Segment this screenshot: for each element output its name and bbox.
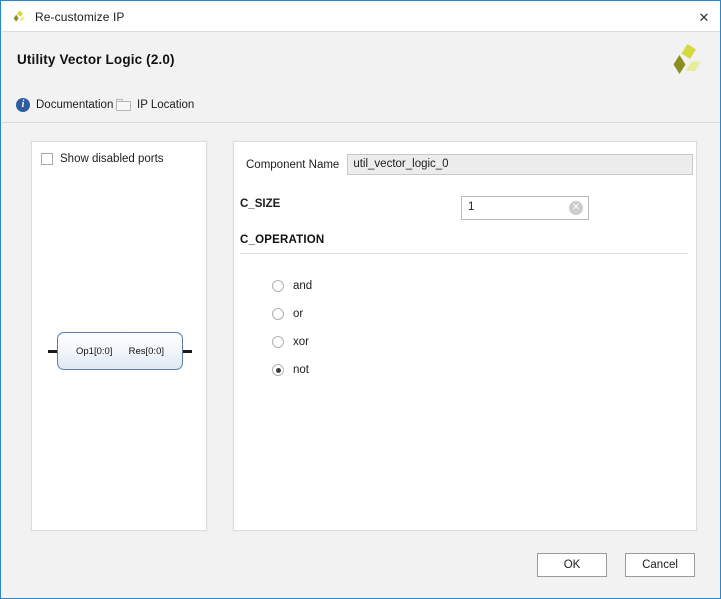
window-title: Re-customize IP bbox=[35, 9, 125, 24]
dialog-header: Utility Vector Logic (2.0) bbox=[2, 32, 720, 90]
c-operation-title: C_OPERATION bbox=[240, 234, 325, 246]
radio-option-or[interactable]: or bbox=[272, 300, 312, 328]
clear-icon[interactable]: ✕ bbox=[569, 201, 583, 215]
ip-config-panel: Component Name util_vector_logic_0 C_SIZ… bbox=[233, 141, 697, 531]
xilinx-logo-icon bbox=[11, 9, 27, 25]
radio-mark bbox=[272, 308, 284, 320]
section-divider bbox=[240, 253, 688, 254]
documentation-link[interactable]: i Documentation bbox=[16, 96, 113, 114]
ip-location-label: IP Location bbox=[137, 99, 195, 111]
component-name-row: Component Name util_vector_logic_0 bbox=[246, 154, 694, 175]
output-port-label: Res[0:0] bbox=[128, 346, 164, 357]
radio-mark bbox=[272, 336, 284, 348]
radio-label: or bbox=[293, 308, 304, 320]
radio-option-not[interactable]: not bbox=[272, 356, 312, 384]
input-port-label: Op1[0:0] bbox=[76, 346, 113, 357]
symbol-body: Op1[0:0] Res[0:0] bbox=[57, 332, 183, 370]
radio-mark bbox=[272, 364, 284, 376]
checkbox-box bbox=[41, 153, 53, 165]
ok-button[interactable]: OK bbox=[537, 553, 607, 577]
documentation-label: Documentation bbox=[36, 99, 114, 111]
show-disabled-ports-checkbox[interactable]: Show disabled ports bbox=[41, 151, 164, 167]
component-name-input[interactable]: util_vector_logic_0 bbox=[347, 154, 694, 175]
radio-option-and[interactable]: and bbox=[272, 272, 312, 300]
radio-mark bbox=[272, 280, 284, 292]
title-bar: Re-customize IP ✕ bbox=[2, 2, 720, 32]
radio-label: xor bbox=[293, 336, 309, 348]
ip-symbol-panel: Show disabled ports Op1[0:0] Res[0:0] bbox=[31, 141, 207, 531]
xilinx-pinwheel-logo-icon bbox=[667, 42, 703, 78]
close-icon[interactable]: ✕ bbox=[693, 6, 715, 28]
cancel-button[interactable]: Cancel bbox=[625, 553, 695, 577]
folder-icon bbox=[116, 99, 131, 111]
c-size-label: C_SIZE bbox=[240, 198, 281, 210]
component-name-label: Component Name bbox=[246, 158, 340, 171]
radio-label: and bbox=[293, 280, 313, 292]
page-title: Utility Vector Logic (2.0) bbox=[17, 52, 175, 67]
c-operation-radio-group: and or xor not bbox=[272, 272, 312, 384]
radio-label: not bbox=[293, 364, 309, 376]
c-size-value: 1 bbox=[468, 201, 475, 213]
info-icon: i bbox=[16, 98, 30, 112]
c-size-row: C_SIZE 1 ✕ bbox=[240, 196, 680, 220]
ip-block-symbol: Op1[0:0] Res[0:0] bbox=[48, 332, 192, 372]
links-row: i Documentation IP Location bbox=[2, 90, 720, 123]
c-size-input[interactable]: 1 ✕ bbox=[461, 196, 589, 220]
show-disabled-ports-label: Show disabled ports bbox=[60, 153, 164, 165]
ip-location-link[interactable]: IP Location bbox=[116, 96, 194, 114]
radio-option-xor[interactable]: xor bbox=[272, 328, 312, 356]
re-customize-ip-dialog: Re-customize IP ✕ Utility Vector Logic (… bbox=[0, 0, 721, 599]
